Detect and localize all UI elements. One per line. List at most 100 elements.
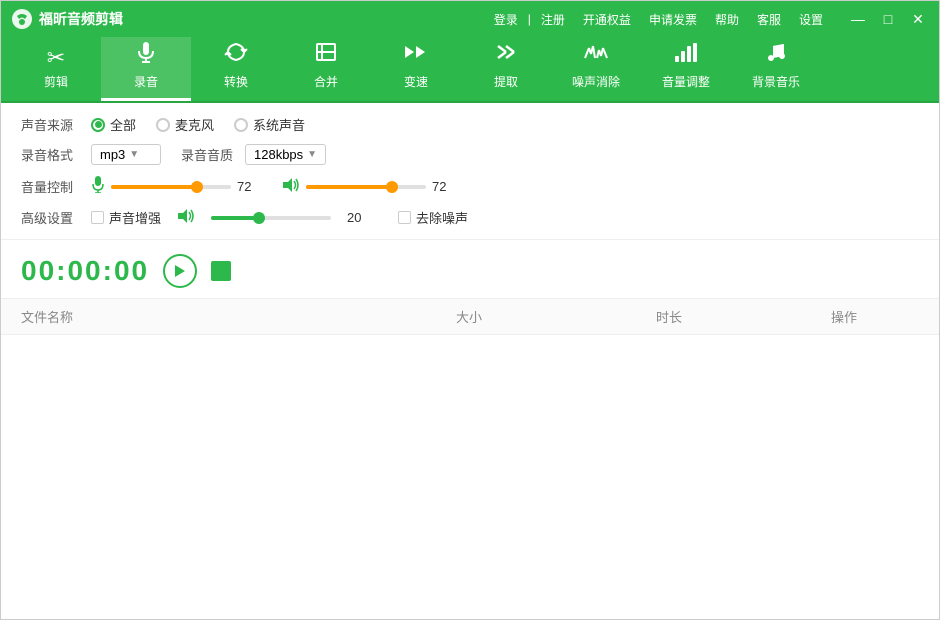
boost-checkbox-item[interactable]: 声音增强 (91, 208, 161, 227)
denoise-checkbox[interactable] (398, 211, 411, 224)
tool-speed-label: 变速 (404, 73, 428, 90)
col-name: 文件名称 (21, 307, 369, 326)
format-area: mp3 ▼ 录音音质 128kbps ▼ (91, 144, 326, 165)
speaker-icon (282, 177, 300, 196)
bgmusic-icon (764, 40, 788, 69)
boost-checkbox[interactable] (91, 211, 104, 224)
tool-record-label: 录音 (134, 73, 158, 90)
format-label: 录音格式 (21, 145, 91, 164)
boost-value: 20 (347, 210, 372, 225)
tool-volume[interactable]: 音量调整 (641, 37, 731, 101)
minimize-button[interactable]: — (847, 8, 869, 30)
source-label: 声音来源 (21, 115, 91, 134)
mic-slider[interactable] (111, 185, 231, 189)
quality-arrow-icon: ▼ (307, 149, 317, 160)
source-all-radio[interactable] (91, 118, 105, 132)
denoise-icon (583, 40, 609, 69)
main-content: 声音来源 全部 麦克风 系统声音 (1, 103, 939, 619)
edit-icon: ✂ (47, 47, 65, 69)
nav-help[interactable]: 帮助 (711, 11, 743, 28)
volume-row: 音量控制 (21, 175, 919, 198)
col-size: 大小 (369, 307, 569, 326)
file-list: 文件名称 大小 时长 操作 (1, 299, 939, 619)
close-button[interactable]: ✕ (907, 8, 929, 30)
format-dropdown[interactable]: mp3 ▼ (91, 144, 161, 165)
tool-denoise[interactable]: 噪声消除 (551, 37, 641, 101)
boost-speaker-icon (177, 208, 195, 227)
tool-merge[interactable]: 合并 (281, 37, 371, 101)
source-radio-group: 全部 麦克风 系统声音 (91, 115, 305, 134)
file-list-body (1, 335, 939, 619)
tool-denoise-label: 噪声消除 (572, 73, 620, 90)
denoise-label: 去除噪声 (416, 208, 468, 227)
merge-icon (314, 40, 338, 69)
app-logo (11, 8, 33, 30)
maximize-button[interactable]: □ (877, 8, 899, 30)
titlebar-nav: 登录 | 注册 开通权益 申请发票 帮助 客服 设置 (490, 11, 827, 28)
advanced-row: 高级设置 声音增强 (21, 208, 919, 227)
quality-value: 128kbps (254, 147, 303, 162)
format-select-group: mp3 ▼ (91, 144, 161, 165)
app-window: 福昕音频剪辑 登录 | 注册 开通权益 申请发票 帮助 客服 设置 — □ ✕ … (0, 0, 940, 620)
source-sys-label: 系统声音 (253, 115, 305, 134)
source-all[interactable]: 全部 (91, 115, 136, 134)
tool-record[interactable]: 录音 (101, 37, 191, 101)
tool-edit[interactable]: ✂ 剪辑 (11, 37, 101, 101)
advanced-label: 高级设置 (21, 208, 91, 227)
extract-icon (494, 40, 518, 69)
quality-select-group: 录音音质 128kbps ▼ (181, 144, 326, 165)
app-title: 福昕音频剪辑 (39, 9, 490, 29)
advanced-controls: 声音增强 20 (91, 208, 468, 227)
mic-volume: 72 (91, 175, 262, 198)
format-value: mp3 (100, 147, 125, 162)
window-controls: — □ ✕ (847, 8, 929, 30)
denoise-checkbox-item[interactable]: 去除噪声 (398, 208, 468, 227)
quality-label: 录音音质 (181, 145, 233, 164)
nav-settings[interactable]: 设置 (795, 11, 827, 28)
speaker-slider[interactable] (306, 185, 426, 189)
stop-button[interactable] (211, 261, 231, 281)
tool-convert-label: 转换 (224, 73, 248, 90)
source-sys-radio[interactable] (234, 118, 248, 132)
col-action: 操作 (769, 307, 919, 326)
nav-register[interactable]: 注册 (537, 11, 569, 28)
speed-icon (403, 40, 429, 69)
volume-icon (673, 40, 699, 69)
volume-label: 音量控制 (21, 177, 91, 196)
quality-dropdown[interactable]: 128kbps ▼ (245, 144, 326, 165)
tool-bgmusic-label: 背景音乐 (752, 73, 800, 90)
source-mic[interactable]: 麦克风 (156, 115, 214, 134)
source-mic-radio[interactable] (156, 118, 170, 132)
tool-edit-label: 剪辑 (44, 73, 68, 90)
record-icon (134, 40, 158, 69)
file-list-header: 文件名称 大小 时长 操作 (1, 299, 939, 335)
format-row: 录音格式 mp3 ▼ 录音音质 128kbps ▼ (21, 144, 919, 165)
tool-convert[interactable]: 转换 (191, 37, 281, 101)
nav-login[interactable]: 登录 (490, 11, 522, 28)
col-duration: 时长 (569, 307, 769, 326)
format-arrow-icon: ▼ (129, 149, 139, 160)
tool-bgmusic[interactable]: 背景音乐 (731, 37, 821, 101)
tool-merge-label: 合并 (314, 73, 338, 90)
tool-volume-label: 音量调整 (662, 73, 710, 90)
nav-invoice[interactable]: 申请发票 (645, 11, 701, 28)
nav-sep1: | (524, 12, 535, 26)
boost-slider[interactable] (211, 216, 331, 220)
tool-extract-label: 提取 (494, 73, 518, 90)
tool-extract[interactable]: 提取 (461, 37, 551, 101)
mic-volume-value: 72 (237, 179, 262, 194)
nav-premium[interactable]: 开通权益 (579, 11, 635, 28)
speaker-volume-value: 72 (432, 179, 457, 194)
nav-service[interactable]: 客服 (753, 11, 785, 28)
play-button[interactable] (163, 254, 197, 288)
titlebar: 福昕音频剪辑 登录 | 注册 开通权益 申请发票 帮助 客服 设置 — □ ✕ (1, 1, 939, 37)
source-mic-label: 麦克风 (175, 115, 214, 134)
settings-area: 声音来源 全部 麦克风 系统声音 (1, 103, 939, 240)
source-sys[interactable]: 系统声音 (234, 115, 305, 134)
mic-icon (91, 175, 105, 198)
volume-controls: 72 (91, 175, 457, 198)
convert-icon (224, 40, 248, 69)
tool-speed[interactable]: 变速 (371, 37, 461, 101)
record-controls: 00:00:00 (1, 240, 939, 299)
boost-label: 声音增强 (109, 208, 161, 227)
